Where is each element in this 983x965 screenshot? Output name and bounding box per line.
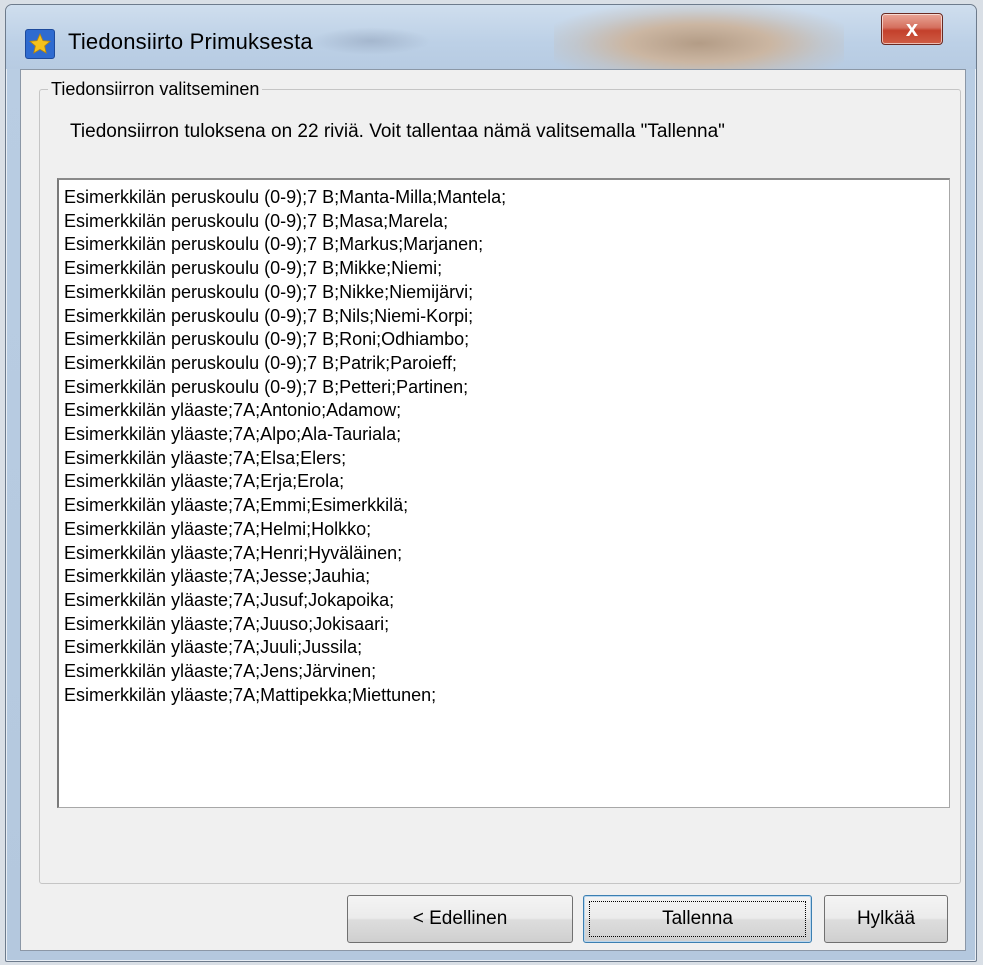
result-line: Esimerkkilän peruskoulu (0-9);7 B;Masa;M… bbox=[64, 210, 449, 231]
cancel-button-label: Hylkää bbox=[856, 908, 916, 929]
result-info-text: Tiedonsiirron tuloksena on 22 riviä. Voi… bbox=[70, 121, 725, 142]
result-line: Esimerkkilän yläaste;7A;Jusuf;Jokapoika; bbox=[64, 589, 395, 610]
result-line: Esimerkkilän yläaste;7A;Jens;Järvinen; bbox=[64, 661, 377, 682]
previous-button[interactable]: < Edellinen bbox=[347, 895, 573, 943]
dialog-window: Tiedonsiirto Primuksesta x Tiedonsiirron… bbox=[5, 4, 977, 962]
result-line: Esimerkkilän peruskoulu (0-9);7 B;Patrik… bbox=[64, 352, 457, 373]
result-line: Esimerkkilän peruskoulu (0-9);7 B;Petter… bbox=[64, 376, 469, 397]
result-line: Esimerkkilän peruskoulu (0-9);7 B;Mikke;… bbox=[64, 258, 443, 279]
result-line: Esimerkkilän yläaste;7A;Juuli;Jussila; bbox=[64, 637, 363, 658]
result-line: Esimerkkilän yläaste;7A;Juuso;Jokisaari; bbox=[64, 613, 390, 634]
result-line: Esimerkkilän peruskoulu (0-9);7 B;Nikke;… bbox=[64, 281, 474, 302]
result-line: Esimerkkilän yläaste;7A;Emmi;Esimerkkilä… bbox=[64, 495, 409, 516]
cancel-button[interactable]: Hylkää bbox=[824, 895, 948, 943]
result-line: Esimerkkilän yläaste;7A;Mattipekka;Miett… bbox=[64, 684, 437, 705]
title-bar-background-photo bbox=[554, 5, 844, 69]
focus-rectangle bbox=[589, 901, 806, 937]
close-icon: x bbox=[905, 16, 919, 41]
dialog-client-area: Tiedonsiirron valitseminen Tiedonsiirron… bbox=[20, 69, 966, 951]
previous-button-label: < Edellinen bbox=[412, 908, 508, 929]
result-line: Esimerkkilän peruskoulu (0-9);7 B;Markus… bbox=[64, 234, 484, 255]
result-line: Esimerkkilän yläaste;7A;Elsa;Elers; bbox=[64, 447, 347, 468]
result-line: Esimerkkilän yläaste;7A;Helmi;Holkko; bbox=[64, 518, 372, 539]
result-line: Esimerkkilän yläaste;7A;Antonio;Adamow; bbox=[64, 400, 402, 421]
title-bar-background-blur bbox=[311, 27, 431, 55]
result-line: Esimerkkilän yläaste;7A;Erja;Erola; bbox=[64, 471, 345, 492]
result-line: Esimerkkilän peruskoulu (0-9);7 B;Roni;O… bbox=[64, 329, 470, 350]
result-line: Esimerkkilän yläaste;7A;Jesse;Jauhia; bbox=[64, 566, 371, 587]
star-app-icon bbox=[25, 29, 55, 59]
result-line: Esimerkkilän yläaste;7A;Henri;Hyväläinen… bbox=[64, 542, 403, 563]
title-bar[interactable]: Tiedonsiirto Primuksesta x bbox=[6, 5, 976, 69]
window-title: Tiedonsiirto Primuksesta bbox=[68, 29, 313, 54]
save-button[interactable]: Tallenna bbox=[583, 895, 812, 943]
result-text-area[interactable]: Esimerkkilän peruskoulu (0-9);7 B;Manta-… bbox=[57, 178, 950, 808]
groupbox-legend: Tiedonsiirron valitseminen bbox=[48, 79, 263, 100]
result-line: Esimerkkilän peruskoulu (0-9);7 B;Manta-… bbox=[64, 187, 507, 207]
result-line: Esimerkkilän peruskoulu (0-9);7 B;Nils;N… bbox=[64, 305, 474, 326]
selection-groupbox: Tiedonsiirron valitseminen Tiedonsiirron… bbox=[39, 79, 961, 884]
close-button[interactable]: x bbox=[881, 13, 943, 45]
result-line: Esimerkkilän yläaste;7A;Alpo;Ala-Taurial… bbox=[64, 424, 402, 445]
